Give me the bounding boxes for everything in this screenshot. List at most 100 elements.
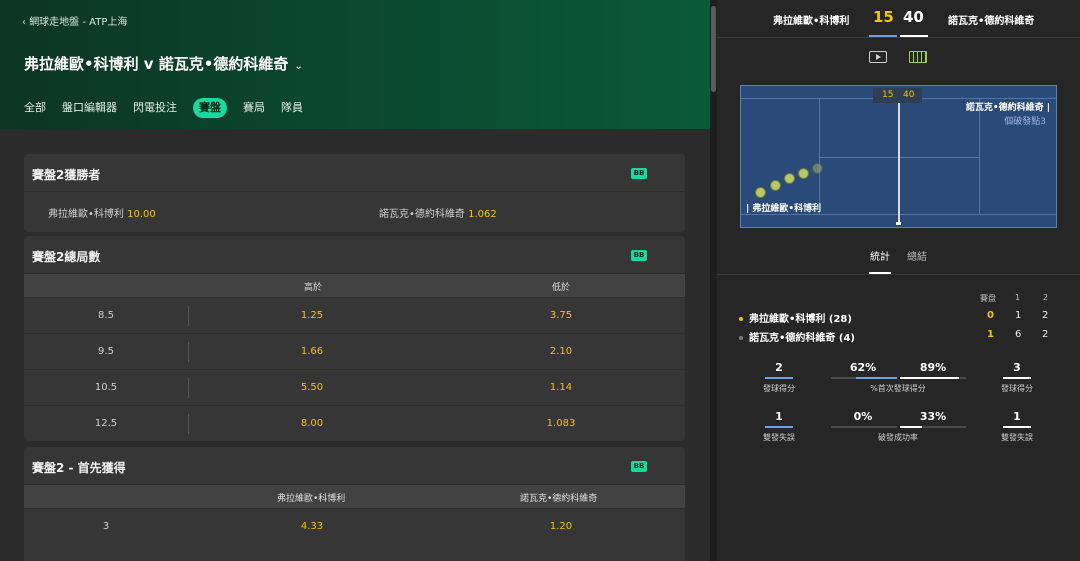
stat-p1-label: 雙發失誤 xyxy=(763,433,795,442)
market-header[interactable]: 賽盤2獲勝者 BB xyxy=(24,154,685,192)
tab-quick-bet[interactable]: 閃電投注 xyxy=(133,98,177,118)
set2-score: 2 xyxy=(1042,310,1049,321)
column-header: 高於 低於 xyxy=(24,274,685,297)
over-odd[interactable]: 1.66 xyxy=(212,346,412,357)
back-link[interactable]: ‹ 網球走地盤 - ATP上海 xyxy=(22,13,127,28)
stat-p1-bar xyxy=(765,377,793,379)
selection-player2[interactable]: 諾瓦克•德約科維奇 1.062 xyxy=(379,205,497,220)
tab-market-editor[interactable]: 盤口編輯器 xyxy=(62,98,117,118)
scrollbar-thumb[interactable] xyxy=(711,6,716,92)
over-odd[interactable]: 1.25 xyxy=(212,310,412,321)
player2-indicator xyxy=(900,35,928,37)
ball-icon xyxy=(812,163,823,174)
scoreboard-score2: 40 xyxy=(903,8,924,26)
market-set2-total-games: 賽盤2總局數 BB 高於 低於 8.5 1.25 3.75 9.5 1.66 2.10 … xyxy=(24,236,685,441)
match-header: ‹ 網球走地盤 - ATP上海 弗拉維歐•科博利 v 諾瓦克•德約科維奇 ⌄ 全部… xyxy=(0,0,710,129)
table-row: 12.5 8.00 1.083 xyxy=(24,405,685,441)
stat-p2-value: 1 xyxy=(1013,410,1021,423)
set1-score: 1 xyxy=(1015,310,1022,321)
bet-builder-badge: BB xyxy=(631,168,647,179)
tab-sets[interactable]: 賽盤 xyxy=(193,98,227,118)
court-player1-name: | 弗拉維歐•科博利 xyxy=(746,204,822,214)
column-under: 低於 xyxy=(552,283,571,293)
break-points-label: 個破發點3 xyxy=(1004,117,1046,127)
scoreboard-score1: 15 xyxy=(873,8,894,26)
over-odd[interactable]: 5.50 xyxy=(212,382,412,393)
court-view-icon[interactable] xyxy=(909,51,927,63)
market-tabs: 全部 盤口編輯器 閃電投注 賽盤 賽局 隊員 xyxy=(24,98,319,118)
market-header[interactable]: 賽盤2總局數 BB xyxy=(24,236,685,274)
stat-p1-value: 1 xyxy=(775,410,783,423)
table-row: 9.5 1.66 2.10 xyxy=(24,333,685,369)
line-label: 12.5 xyxy=(94,418,118,429)
player1-indicator xyxy=(869,35,897,37)
video-icon[interactable] xyxy=(869,51,887,63)
live-panel: 弗拉維歐•科博利 15 40 諾瓦克•德約科維奇 15 40 | 弗拉維歐•科博… xyxy=(717,0,1080,561)
tab-all[interactable]: 全部 xyxy=(24,98,46,118)
under-odd[interactable]: 3.75 xyxy=(461,310,661,321)
scoreboard-player2: 諾瓦克•德約科維奇 xyxy=(948,16,1035,27)
market-header[interactable]: 賽盤2 - 首先獲得 BB xyxy=(24,447,685,485)
scoreboard: 弗拉維歐•科博利 15 40 諾瓦克•德約科維奇 xyxy=(717,0,1080,38)
market-set2-race-to: 賽盤2 - 首先獲得 BB 弗拉維歐•科博利 諾瓦克•德約科維奇 3 4.33 1.… xyxy=(24,447,685,561)
over-odd[interactable]: 8.00 xyxy=(212,418,412,429)
stat-center-label: 破發成功率 xyxy=(878,433,918,442)
bar-fill xyxy=(900,426,922,428)
stat-center-label: %首次發球得分 xyxy=(870,384,926,393)
bar-fill xyxy=(900,377,959,379)
player1-odd[interactable]: 4.33 xyxy=(212,521,412,532)
bet-builder-badge: BB xyxy=(631,461,647,472)
column-player2: 諾瓦克•德約科維奇 xyxy=(520,494,598,504)
market-set2-winner: 賽盤2獲勝者 BB 弗拉維歐•科博利 10.00 諾瓦克•德約科維奇 1.062 xyxy=(24,154,685,232)
stat-center-p2: 89% xyxy=(919,361,947,374)
court-line xyxy=(819,98,820,214)
court-visualization: 15 40 | 弗拉維歐•科博利 諾瓦克•德約科維奇 | 個破發點3 xyxy=(740,85,1057,228)
tab-summary[interactable]: 總結 xyxy=(907,248,927,263)
column-player1: 弗拉維歐•科博利 xyxy=(277,494,346,504)
stat-p2-label: 雙發失誤 xyxy=(1001,433,1033,442)
serving-dot xyxy=(739,317,743,321)
tab-players[interactable]: 隊員 xyxy=(281,98,303,118)
tab-stats[interactable]: 統計 xyxy=(870,248,890,263)
stat-center-bar-p2 xyxy=(900,377,966,379)
line-label: 8.5 xyxy=(98,310,114,321)
scoreboard-player1: 弗拉維歐•科博利 xyxy=(773,16,850,27)
ball-icon xyxy=(798,168,809,179)
divider xyxy=(188,378,189,398)
player2-odd[interactable]: 1.20 xyxy=(461,521,661,532)
set-header-current: 賽盘 xyxy=(980,294,996,303)
divider xyxy=(188,306,189,326)
divider xyxy=(188,414,189,434)
set1-score: 6 xyxy=(1015,329,1022,340)
table-row: 3 4.33 1.20 xyxy=(24,508,685,544)
divider xyxy=(188,342,189,362)
selection-player1[interactable]: 弗拉維歐•科博利 10.00 xyxy=(48,205,156,220)
stat-center-bar-p1 xyxy=(831,377,897,379)
set2-score: 2 xyxy=(1042,329,1049,340)
set-header-2: 2 xyxy=(1043,293,1049,302)
current-set-score: 1 xyxy=(987,329,994,340)
stat-center-p2: 33% xyxy=(919,410,947,423)
set-header-1: 1 xyxy=(1015,293,1021,302)
tab-games[interactable]: 賽局 xyxy=(243,98,265,118)
match-title[interactable]: 弗拉維歐•科博利 v 諾瓦克•德約科維奇 ⌄ xyxy=(24,53,303,74)
set-row-player2: 諾瓦克•德約科維奇 (4) xyxy=(739,329,855,344)
stat-p1-bar xyxy=(765,426,793,428)
scrollbar[interactable] xyxy=(710,0,717,561)
market-title: 賽盤2 - 首先獲得 xyxy=(32,461,126,475)
line-label: 10.5 xyxy=(94,382,118,393)
stat-p1-value: 2 xyxy=(775,361,783,374)
under-odd[interactable]: 1.14 xyxy=(461,382,661,393)
stat-center-p1: 62% xyxy=(849,361,877,374)
under-odd[interactable]: 2.10 xyxy=(461,346,661,357)
odd-value: 10.00 xyxy=(127,209,156,220)
odd-value: 1.062 xyxy=(468,209,497,220)
stat-center-bar-p1 xyxy=(831,426,897,428)
line-label: 9.5 xyxy=(98,346,114,357)
stat-p1-label: 發球得分 xyxy=(763,384,795,393)
market-title: 賽盤2獲勝者 xyxy=(32,168,101,182)
column-over: 高於 xyxy=(304,283,323,293)
stat-p2-label: 發球得分 xyxy=(1001,384,1033,393)
under-odd[interactable]: 1.083 xyxy=(461,418,661,429)
stat-center-bar-p2 xyxy=(900,426,966,428)
